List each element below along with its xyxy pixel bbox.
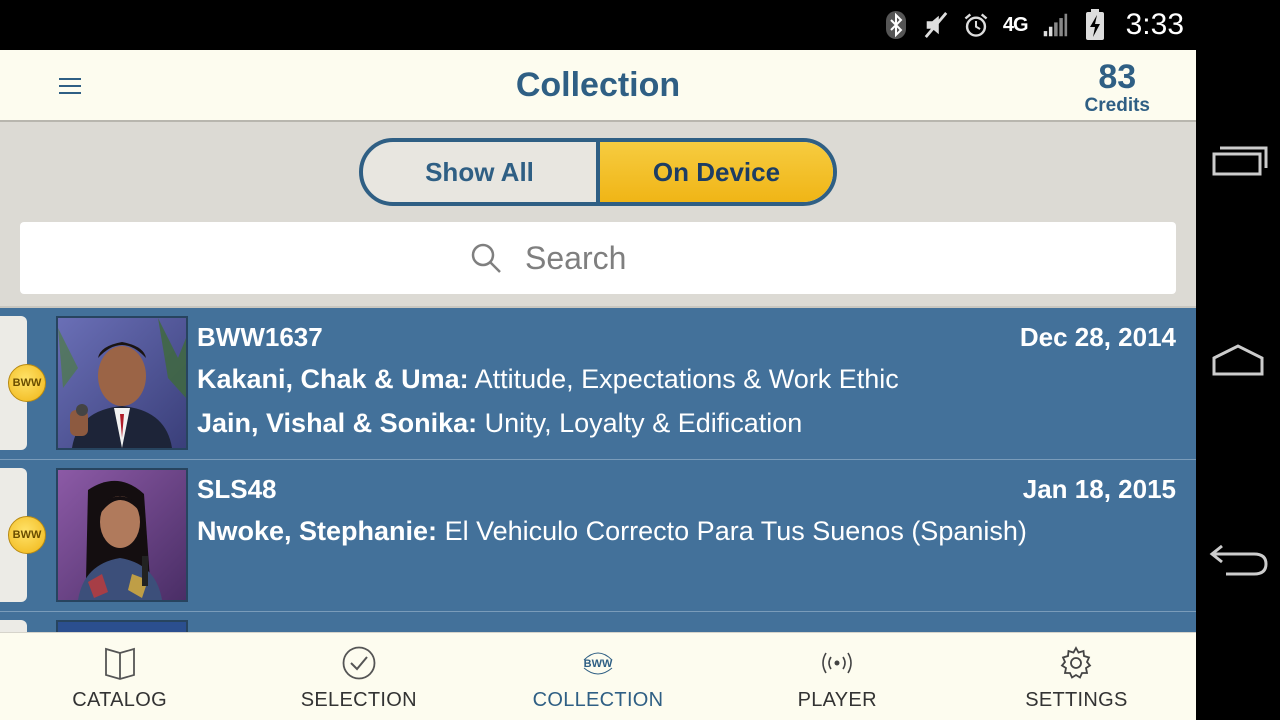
on-device-toggle-button[interactable]: On Device xyxy=(596,142,833,202)
signal-icon xyxy=(1042,10,1068,40)
broadcast-icon xyxy=(822,652,853,674)
bww-logo-icon: BWW xyxy=(8,516,46,554)
back-button[interactable] xyxy=(1204,530,1272,586)
list-item[interactable]: BWW BWW1637 Dec 28, 2014 Kakani, Chak & … xyxy=(0,308,1196,460)
mute-icon xyxy=(923,10,949,40)
talk-line: Kakani, Chak & Uma: Attitude, Expectatio… xyxy=(197,364,899,395)
page-title: Collection xyxy=(515,66,681,104)
alarm-icon xyxy=(963,10,989,40)
checkmark-circle-icon xyxy=(342,646,376,680)
speaker-name: Jain, Vishal & Sonika: xyxy=(197,408,478,438)
speaker-thumbnail xyxy=(56,468,188,602)
book-icon xyxy=(104,647,135,680)
search-input[interactable] xyxy=(523,238,727,278)
talk-line: Jain, Vishal & Sonika: Unity, Loyalty & … xyxy=(197,408,802,439)
nav-label: COLLECTION xyxy=(532,689,664,711)
nav-label: CATALOG xyxy=(72,689,167,711)
speaker-name: Kakani, Chak & Uma: xyxy=(197,364,469,394)
battery-charging-icon xyxy=(1082,9,1108,40)
app-header: Collection 83 Credits xyxy=(0,50,1196,122)
network-type: 4G xyxy=(1002,13,1029,36)
credits-count: 83 xyxy=(1098,58,1137,96)
svg-text:BWW: BWW xyxy=(584,658,613,670)
nav-label: PLAYER xyxy=(797,689,877,711)
list-item[interactable]: BWW SLS48 Jan 18, 2015 Nwoke, Stephanie:… xyxy=(0,460,1196,612)
talk-title: El Vehiculo Correcto Para Tus Suenos (Sp… xyxy=(444,516,1027,546)
search-icon xyxy=(471,243,501,273)
nav-player[interactable]: PLAYER xyxy=(718,633,957,720)
recent-apps-button[interactable] xyxy=(1204,132,1272,188)
show-all-toggle-button[interactable]: Show All xyxy=(363,142,596,202)
home-button[interactable] xyxy=(1204,330,1272,386)
item-code: BWW1637 xyxy=(197,322,323,352)
gear-icon xyxy=(1061,646,1092,679)
talk-title: Attitude, Expectations & Work Ethic xyxy=(474,364,899,394)
bww-logo-icon: BWW xyxy=(584,652,613,675)
credits-label: Credits xyxy=(1084,95,1150,116)
item-date: Jan 18, 2015 xyxy=(1022,474,1176,504)
app-screen: Collection 83 Credits Show All On Device… xyxy=(0,50,1196,720)
system-navigation-bar xyxy=(1196,0,1280,720)
nav-label: SETTINGS xyxy=(1025,689,1128,711)
bww-logo-icon: BWW xyxy=(8,364,46,402)
list-item[interactable] xyxy=(0,612,1196,634)
bluetooth-icon xyxy=(883,10,909,40)
bottom-navigation: CATALOG SELECTION BWW COLLECTION PLAYER … xyxy=(0,632,1196,720)
collection-list[interactable]: BWW BWW1637 Dec 28, 2014 Kakani, Chak & … xyxy=(0,306,1196,634)
back-icon xyxy=(1209,544,1268,576)
speaker-thumbnail xyxy=(56,316,188,450)
speaker-name: Nwoke, Stephanie: xyxy=(197,516,438,546)
nav-selection[interactable]: SELECTION xyxy=(239,633,478,720)
filter-toggle: Show All On Device xyxy=(359,138,837,206)
nav-collection[interactable]: BWW COLLECTION xyxy=(478,633,717,720)
talk-title: Unity, Loyalty & Edification xyxy=(484,408,803,438)
status-clock: 3:33 xyxy=(1125,8,1184,41)
home-icon xyxy=(1212,344,1264,376)
credits-counter[interactable]: 83 Credits xyxy=(1085,58,1150,116)
talk-line: Nwoke, Stephanie: El Vehiculo Correcto P… xyxy=(197,516,1027,547)
status-bar: 4G 3:33 xyxy=(0,0,1280,50)
nav-catalog[interactable]: CATALOG xyxy=(0,633,239,720)
item-date: Dec 28, 2014 xyxy=(1019,322,1176,352)
nav-settings[interactable]: SETTINGS xyxy=(957,633,1196,720)
search-bar[interactable] xyxy=(20,222,1176,294)
recent-apps-icon xyxy=(1212,146,1268,176)
nav-label: SELECTION xyxy=(300,689,417,711)
item-code: SLS48 xyxy=(197,474,277,504)
